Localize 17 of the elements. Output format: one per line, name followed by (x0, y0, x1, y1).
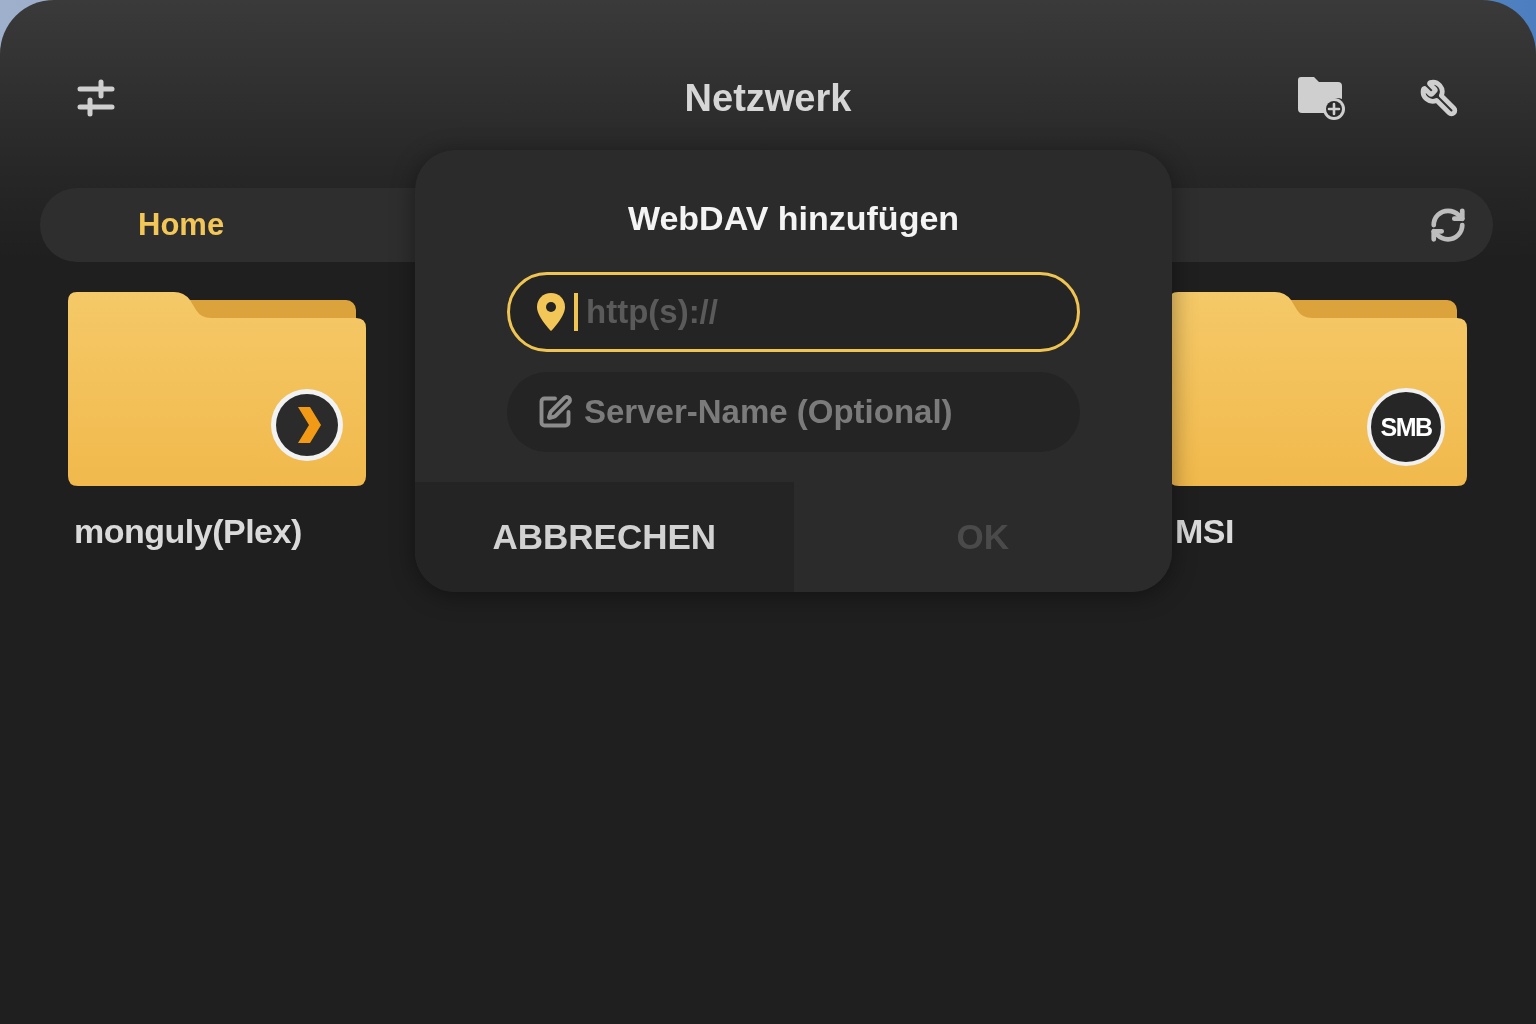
folder-name: monguly(Plex) (74, 511, 302, 552)
map-pin-icon (537, 293, 565, 331)
sliders-icon[interactable] (77, 79, 115, 117)
folder-name: MSI (1175, 511, 1234, 552)
refresh-icon[interactable] (1429, 206, 1467, 244)
folder-icon[interactable] (1169, 292, 1467, 486)
window-title: Netzwerk (684, 75, 852, 121)
folder-plus-icon[interactable] (1298, 75, 1346, 121)
folder-icon[interactable] (68, 292, 366, 486)
text-cursor-icon (574, 293, 578, 331)
text-input[interactable]: Server-Name (Optional) (507, 372, 1080, 452)
dialog-title: WebDAV hinzufügen (626, 198, 961, 239)
dialog-button[interactable]: ABBRECHEN (415, 482, 794, 592)
breadcrumb-link[interactable]: Home (138, 201, 225, 249)
edit-icon (537, 394, 573, 430)
wrench-icon[interactable] (1420, 79, 1458, 117)
chevron-disc-icon (271, 389, 343, 461)
